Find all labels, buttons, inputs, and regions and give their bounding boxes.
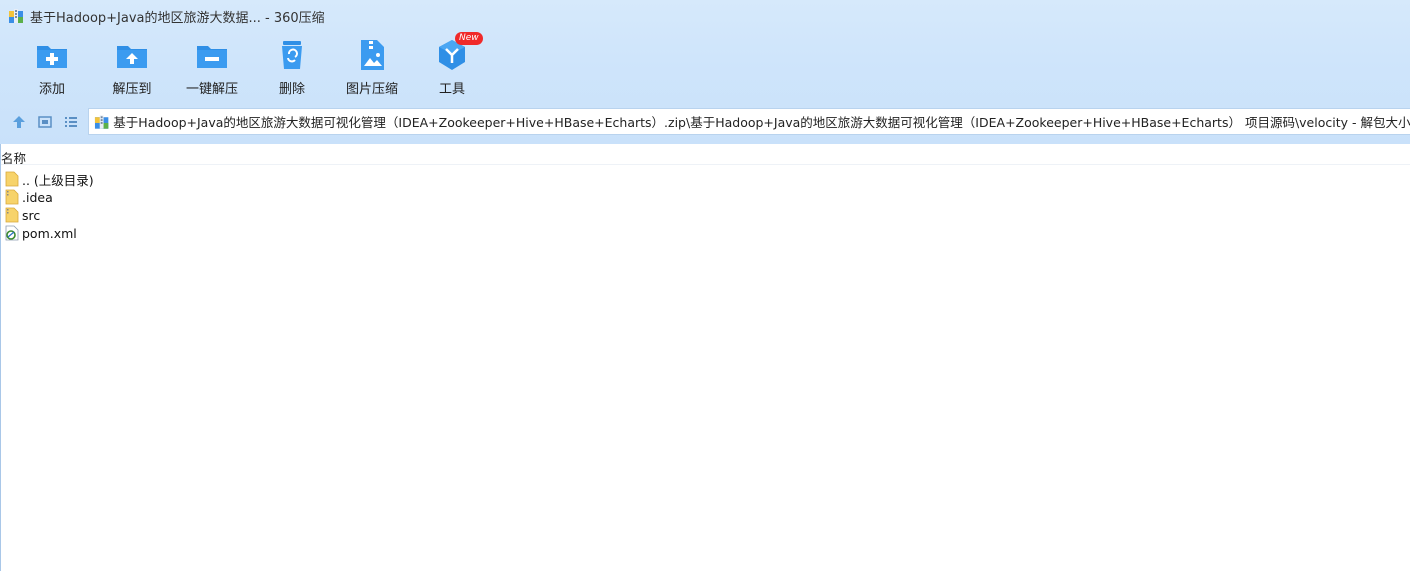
file-name: pom.xml [22, 225, 77, 241]
folder-icon [5, 189, 19, 205]
extract-to-button[interactable]: 解压到 [92, 38, 172, 100]
address-path: 基于Hadoop+Java的地区旅游大数据可视化管理（IDEA+Zookeepe… [113, 115, 1410, 130]
file-name: .idea [22, 189, 53, 205]
extract-to-icon [117, 46, 147, 68]
folder-icon [5, 171, 19, 187]
up-arrow-icon [13, 116, 25, 128]
file-list-panel: 名称 .. (上级目录) .idea src pom.xml [0, 144, 1410, 571]
folder-icon [5, 207, 19, 223]
list-item-idea[interactable]: .idea [5, 188, 94, 206]
one-click-extract-button[interactable]: 一键解压 [172, 38, 252, 100]
one-click-extract-icon [197, 46, 227, 68]
image-compress-button[interactable]: 图片压缩 [332, 38, 412, 100]
trash-icon [282, 41, 302, 69]
thumbnail-view-icon [38, 116, 52, 128]
image-compress-icon [361, 40, 384, 70]
add-label: 添加 [38, 82, 65, 97]
navigation-row: 基于Hadoop+Java的地区旅游大数据可视化管理（IDEA+Zookeepe… [0, 106, 1410, 138]
extract-to-label: 解压到 [112, 82, 152, 97]
address-bar[interactable]: 基于Hadoop+Java的地区旅游大数据可视化管理（IDEA+Zookeepe… [88, 108, 1410, 135]
list-item-parent-dir[interactable]: .. (上级目录) [5, 170, 94, 188]
up-level-button[interactable] [6, 109, 32, 135]
list-item-src[interactable]: src [5, 206, 94, 224]
tools-button[interactable]: New 工具 [412, 32, 492, 100]
file-name: src [22, 207, 41, 223]
list-item-pom-xml[interactable]: pom.xml [5, 224, 94, 242]
image-compress-label: 图片压缩 [345, 82, 398, 97]
zip-archive-icon [94, 114, 109, 129]
list-view-button[interactable] [58, 109, 84, 135]
delete-button[interactable]: 删除 [252, 38, 332, 100]
add-folder-icon [37, 46, 67, 68]
delete-label: 删除 [278, 82, 305, 97]
xml-file-icon [5, 225, 19, 241]
one-click-extract-label: 一键解压 [185, 82, 238, 97]
new-badge: New [455, 32, 483, 45]
app-window: 基于Hadoop+Java的地区旅游大数据... - 360压缩 添加 解压到 [0, 0, 1410, 571]
archive-app-icon [9, 9, 23, 23]
add-button[interactable]: 添加 [12, 38, 92, 100]
title-bar: 基于Hadoop+Java的地区旅游大数据... - 360压缩 [0, 0, 1410, 32]
top-panel: 基于Hadoop+Java的地区旅游大数据... - 360压缩 添加 解压到 [0, 0, 1410, 144]
tools-label: 工具 [438, 82, 465, 97]
toolbar: 添加 解压到 一键解压 删除 图片压缩 New 工具 [12, 32, 492, 100]
list-view-icon [65, 117, 77, 127]
file-list: .. (上级目录) .idea src pom.xml [5, 170, 94, 242]
header-divider [1, 164, 1410, 165]
window-title: 基于Hadoop+Java的地区旅游大数据... - 360压缩 [30, 10, 325, 26]
thumbnail-view-button[interactable] [32, 109, 58, 135]
file-name: .. (上级目录) [22, 172, 94, 188]
